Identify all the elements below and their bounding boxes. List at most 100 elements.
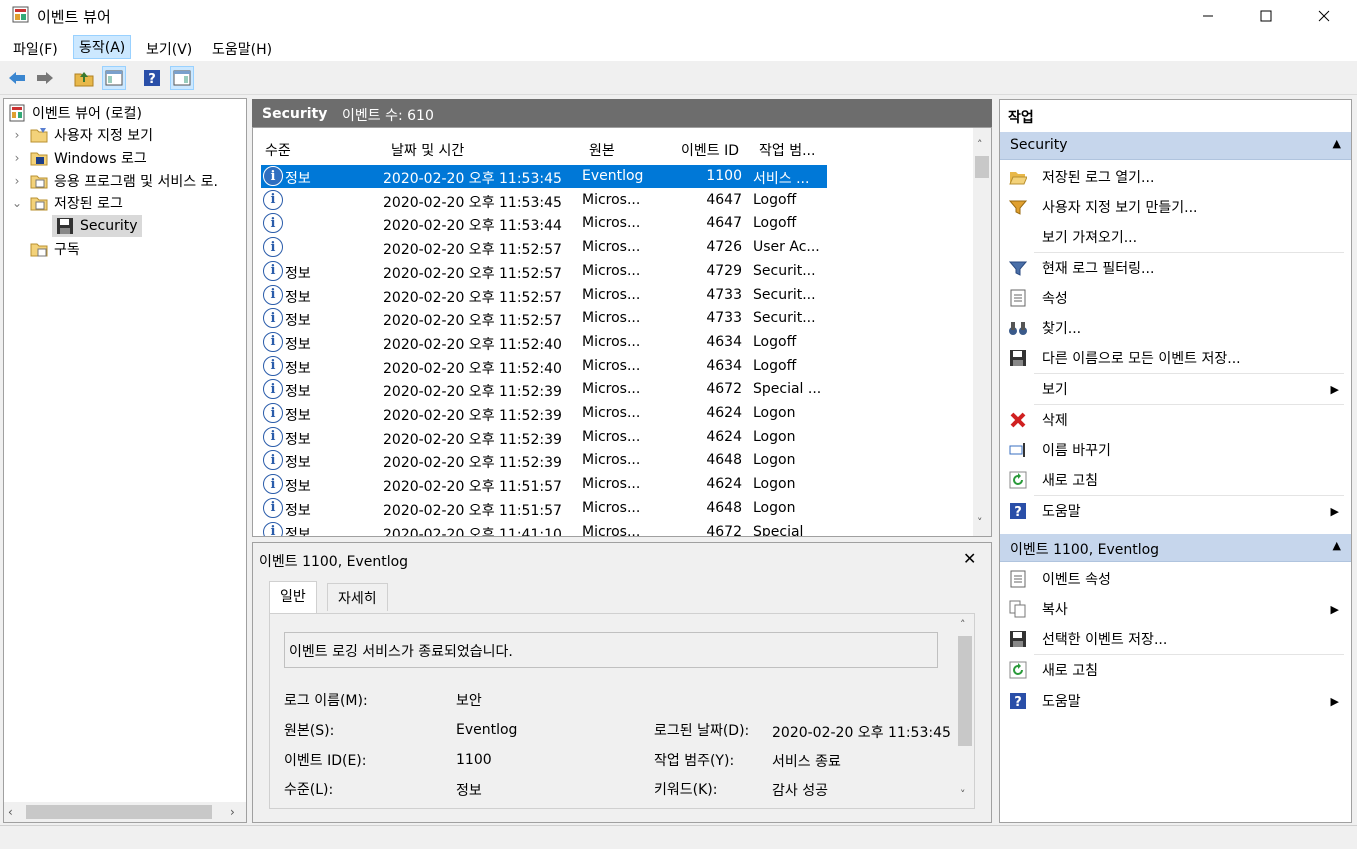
event-row[interactable]: i 정보 2020-02-20 오후 11:52:40 Micros... 4634 Lo… — [261, 355, 827, 378]
event-row[interactable]: i 정보 2020-02-20 오후 11:52:40 Micros... 4634 Lo… — [261, 331, 827, 354]
action-rename[interactable]: 이름 바꾸기 — [1000, 435, 1345, 465]
keywords-label: 키워드(K): — [654, 782, 718, 798]
help-icon[interactable]: ? — [140, 66, 164, 90]
datetime-cell: 2020-02-20 오후 11:52:57 — [383, 313, 562, 330]
action-help-event[interactable]: ? 도움말 ▶ — [1000, 686, 1345, 716]
close-button[interactable] — [1295, 0, 1353, 31]
event-row[interactable]: i 정보 2020-02-20 오후 11:52:57 Micros... 4733 Se… — [261, 307, 827, 330]
event-row[interactable]: i 정보 2020-02-20 오후 11:52:57 Micros... 4733 Se… — [261, 284, 827, 307]
show-hide-action-pane-icon[interactable] — [170, 66, 194, 90]
action-label: 속성 — [1042, 291, 1068, 307]
event-row[interactable]: i 정보 2020-02-20 오후 11:52:39 Micros... 4672 Sp… — [261, 378, 827, 401]
task-category-cell: Special ... — [753, 381, 822, 398]
minimize-button[interactable] — [1179, 0, 1237, 31]
datetime-cell: 2020-02-20 오후 11:41:10 — [383, 526, 562, 537]
event-row[interactable]: i 2020-02-20 오후 11:52:57 Micros... 4726 User… — [261, 236, 827, 259]
forward-arrow-icon[interactable] — [33, 66, 57, 90]
event-row[interactable]: i 2020-02-20 오후 11:53:45 Micros... 4647 Logo… — [261, 189, 827, 212]
column-header-level[interactable]: 수준 — [265, 140, 291, 160]
actions-section-event[interactable]: 이벤트 1100, Eventlog ▲ — [1000, 534, 1351, 562]
show-hide-tree-icon[interactable] — [102, 66, 126, 90]
action-label: 이벤트 속성 — [1042, 572, 1111, 588]
back-arrow-icon[interactable] — [5, 66, 29, 90]
action-help[interactable]: ? 도움말 ▶ — [1000, 496, 1345, 526]
tree-item-saved-logs[interactable]: ⌄ 저장된 로그 — [10, 192, 123, 214]
event-row[interactable]: i 정보 2020-02-20 오후 11:52:57 Micros... 4729 Se… — [261, 260, 827, 283]
menu-help[interactable]: 도움말(H) — [212, 39, 272, 59]
tree-item-app-service-logs[interactable]: › 응용 프로그램 및 서비스 로. — [10, 170, 218, 192]
task-category-cell: Logoff — [753, 357, 797, 374]
action-label: 다른 이름으로 모든 이벤트 저장... — [1042, 351, 1241, 367]
detail-scrollbar[interactable]: ˄ ˅ — [956, 614, 974, 808]
menu-action[interactable]: 동작(A) — [73, 35, 132, 59]
event-row[interactable]: i 정보 2020-02-20 오후 11:52:39 Micros... 4624 Lo… — [261, 402, 827, 425]
action-refresh-event[interactable]: 새로 고침 — [1000, 655, 1345, 685]
scroll-down-arrow-icon[interactable]: ˅ — [960, 788, 966, 801]
event-row[interactable]: i 정보 2020-02-20 오후 11:52:39 Micros... 4648 Lo… — [261, 449, 827, 472]
tree-item-custom-views[interactable]: › 사용자 지정 보기 — [10, 124, 153, 146]
action-delete[interactable]: 삭제 — [1000, 405, 1345, 435]
datetime-cell: 2020-02-20 오후 11:52:57 — [383, 242, 562, 259]
folder-up-icon[interactable] — [72, 66, 96, 90]
menu-bar — [0, 31, 1357, 61]
action-event-properties[interactable]: 이벤트 속성 — [1000, 564, 1345, 594]
menu-file[interactable]: 파일(F) — [13, 39, 58, 59]
event-row[interactable]: i 정보 2020-02-20 오후 11:41:10 Micros... 4672 Sp… — [261, 521, 827, 537]
scroll-up-arrow-icon[interactable]: ˄ — [960, 618, 966, 631]
event-row[interactable]: i 정보 2020-02-20 오후 11:51:57 Micros... 4648 Lo… — [261, 497, 827, 520]
action-label: 새로 고침 — [1042, 473, 1098, 489]
scroll-thumb[interactable] — [958, 636, 972, 746]
scroll-down-arrow-icon[interactable]: ˅ — [977, 516, 983, 529]
column-header-datetime[interactable]: 날짜 및 시간 — [391, 140, 464, 160]
scroll-thumb[interactable] — [975, 156, 989, 178]
expand-chevron-icon[interactable]: › — [10, 174, 24, 188]
tab-details[interactable]: 자세히 — [327, 583, 388, 611]
event-row[interactable]: i 정보 2020-02-20 오후 11:53:45 Eventlog 1100 서비스… — [261, 165, 827, 188]
collapse-triangle-icon[interactable]: ▲ — [1333, 137, 1341, 150]
event-row[interactable]: i 정보 2020-02-20 오후 11:52:39 Micros... 4624 Lo… — [261, 426, 827, 449]
action-view[interactable]: 보기 ▶ — [1000, 374, 1345, 404]
expand-chevron-icon[interactable]: › — [10, 151, 24, 165]
maximize-button[interactable] — [1237, 0, 1295, 31]
tree-horizontal-scrollbar[interactable]: ‹ › — [4, 802, 246, 822]
action-label: 삭제 — [1042, 413, 1068, 429]
action-refresh[interactable]: 새로 고침 — [1000, 465, 1345, 495]
action-save-all-events-as[interactable]: 다른 이름으로 모든 이벤트 저장... — [1000, 343, 1345, 373]
tree-item-windows-logs[interactable]: › Windows 로그 — [10, 147, 147, 169]
scroll-thumb[interactable] — [26, 805, 212, 819]
close-detail-icon[interactable]: ✕ — [963, 549, 976, 568]
action-import-custom-view[interactable]: 보기 가져오기... — [1000, 222, 1345, 252]
event-row[interactable]: i 정보 2020-02-20 오후 11:51:57 Micros... 4624 Lo… — [261, 473, 827, 496]
action-create-custom-view[interactable]: 사용자 지정 보기 만들기... — [1000, 192, 1345, 222]
scroll-right-arrow-icon[interactable]: › — [230, 805, 235, 819]
expand-chevron-icon[interactable]: › — [10, 128, 24, 142]
collapse-chevron-icon[interactable]: ⌄ — [10, 196, 24, 210]
level-cell: 정보 — [285, 265, 311, 282]
scroll-left-arrow-icon[interactable]: ‹ — [8, 805, 13, 819]
tree-item-subscriptions[interactable]: 구독 — [30, 238, 80, 260]
scroll-up-arrow-icon[interactable]: ˄ — [977, 138, 983, 151]
column-header-task-category[interactable]: 작업 범... — [759, 140, 815, 160]
action-filter-current-log[interactable]: 현재 로그 필터링... — [1000, 253, 1345, 283]
tree-item-security[interactable]: Security — [52, 215, 142, 237]
event-list-scrollbar[interactable]: ˄ ˅ — [973, 128, 991, 536]
source-cell: Micros... — [582, 428, 641, 445]
keywords-value: 감사 성공 — [772, 783, 828, 799]
action-save-selected-events[interactable]: 선택한 이벤트 저장... — [1000, 624, 1345, 654]
column-header-source[interactable]: 원본 — [589, 140, 615, 160]
menu-view[interactable]: 보기(V) — [146, 39, 192, 59]
tab-general[interactable]: 일반 — [269, 581, 317, 613]
task-category-cell: Logoff — [753, 215, 797, 232]
properties-icon — [1008, 288, 1028, 308]
column-header-event-id[interactable]: 이벤트 ID — [681, 140, 739, 160]
actions-section-security[interactable]: Security ▲ — [1000, 132, 1351, 160]
source-cell: Micros... — [582, 405, 641, 421]
action-find[interactable]: 찾기... — [1000, 313, 1345, 343]
event-row[interactable]: i 2020-02-20 오후 11:53:44 Micros... 4647 Logo… — [261, 212, 827, 235]
collapse-triangle-icon[interactable]: ▲ — [1333, 539, 1341, 552]
tree-root[interactable]: 이벤트 뷰어 (로컬) — [8, 102, 142, 124]
action-properties[interactable]: 속성 — [1000, 283, 1345, 313]
action-copy[interactable]: 복사 ▶ — [1000, 594, 1345, 624]
log-name-value: 보안 — [456, 693, 482, 709]
action-open-saved-log[interactable]: 저장된 로그 열기... — [1000, 162, 1345, 192]
